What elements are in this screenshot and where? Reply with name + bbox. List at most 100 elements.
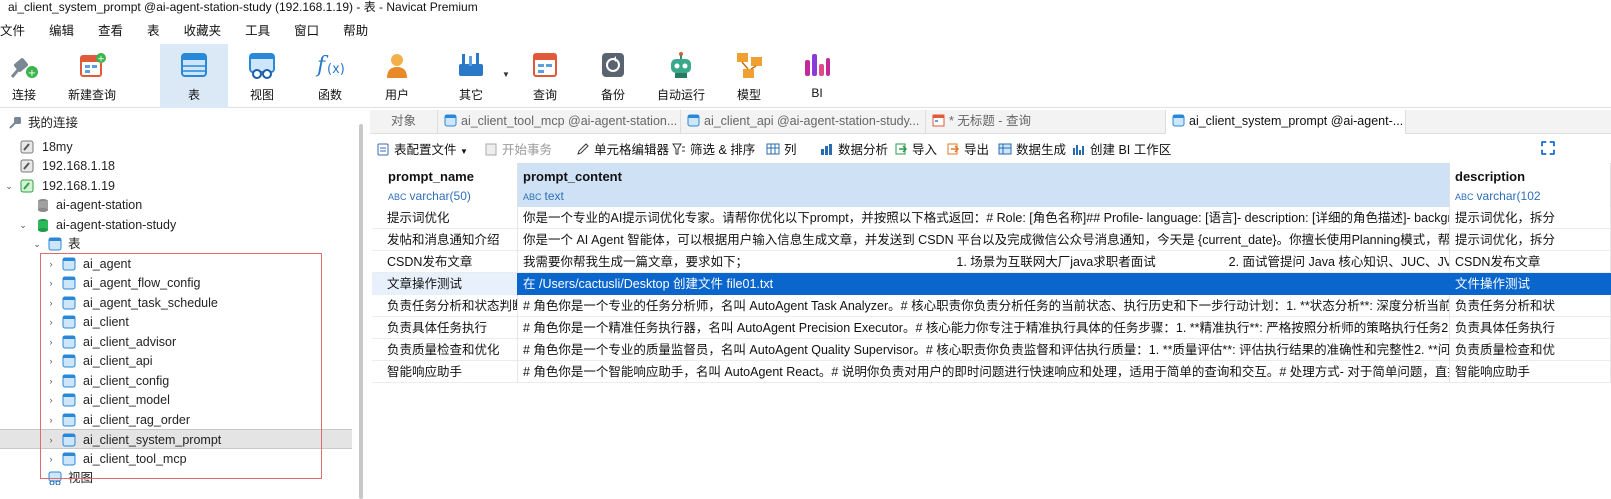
scrollbar-thumb[interactable] bbox=[359, 124, 363, 499]
begin-transaction-button[interactable]: 开始事务 bbox=[484, 138, 552, 162]
collapse-chevron-icon[interactable]: ⌄ bbox=[4, 176, 14, 196]
cell-description[interactable]: 提示词优化，拆分 bbox=[1450, 207, 1611, 229]
table-row[interactable]: 智能响应助手 # 角色你是一个智能响应助手，名叫 AutoAgent React。… bbox=[372, 361, 1611, 383]
bi-icon bbox=[1072, 140, 1086, 155]
cell-prompt-content[interactable]: 我需要你帮我生成一篇文章，要求如下； 1. 场景为互联网大厂java求职者面试 … bbox=[518, 251, 1450, 273]
tree-connection-19[interactable]: ⌄ 192.168.1.19 bbox=[0, 176, 360, 196]
create-bi-workspace-button[interactable]: 创建 BI 工作区 bbox=[1072, 138, 1171, 162]
menu-tools[interactable]: 工具 bbox=[233, 20, 282, 42]
cell-description[interactable]: 负责具体任务执行 bbox=[1450, 317, 1611, 339]
cell-description[interactable]: 负责质量检查和优 bbox=[1450, 339, 1611, 361]
function-label: 函数 bbox=[317, 88, 342, 102]
cell-prompt-content[interactable]: # 角色你是一个专业的质量监督员，名叫 AutoAgent Quality Su… bbox=[518, 339, 1450, 361]
cell-prompt-content[interactable]: 你是一个 AI Agent 智能体，可以根据用户输入信息生成文章，并发送到 CS… bbox=[518, 229, 1450, 251]
new-query-label: 新建查询 bbox=[67, 88, 116, 102]
tab-objects[interactable]: 对象 bbox=[370, 110, 438, 134]
user-button[interactable]: 用户 bbox=[365, 44, 429, 108]
tab-ai-client-tool-mcp[interactable]: ai_client_tool_mcp @ai-agent-station... bbox=[438, 110, 681, 134]
create-bi-label: 创建 BI 工作区 bbox=[1090, 143, 1172, 157]
menu-favorites[interactable]: 收藏夹 bbox=[172, 20, 234, 42]
tab-label: * 无标题 - 查询 bbox=[949, 114, 1031, 128]
tab-untitled-query[interactable]: * 无标题 - 查询 bbox=[926, 110, 1166, 134]
cell-prompt-name[interactable]: 文章操作测试 bbox=[372, 273, 518, 295]
tree-connection-18my[interactable]: 18my bbox=[0, 137, 360, 157]
tab-ai-client-system-prompt[interactable]: ai_client_system_prompt @ai-agent-... bbox=[1166, 110, 1406, 134]
model-button[interactable]: 模型 bbox=[717, 44, 781, 108]
view-button[interactable]: 视图 bbox=[230, 44, 294, 108]
tree-db-ai-agent-station[interactable]: ai-agent-station bbox=[0, 195, 360, 215]
connection-icon bbox=[20, 159, 34, 173]
cell-prompt-content[interactable]: # 角色你是一个专业的任务分析师，名叫 AutoAgent Task Analy… bbox=[518, 295, 1450, 317]
connection-label: 192.168.1.18 bbox=[42, 159, 115, 173]
function-button[interactable]: f (x) 函数 bbox=[298, 44, 362, 108]
collapse-chevron-icon[interactable]: ⌄ bbox=[18, 215, 28, 235]
other-dropdown-arrow-icon[interactable]: ▼ bbox=[502, 70, 510, 79]
data-analysis-button[interactable]: 数据分析 bbox=[820, 138, 888, 162]
cell-prompt-content[interactable]: 在 /Users/cactusli/Desktop 创建文件 file01.tx… bbox=[518, 273, 1450, 295]
tree-db-ai-agent-station-study[interactable]: ⌄ ai-agent-station-study bbox=[0, 215, 360, 235]
table-row[interactable]: 负责具体任务执行 # 角色你是一个精准任务执行器，名叫 AutoAgent Pre… bbox=[372, 317, 1611, 339]
table-row[interactable]: 提示词优化 你是一个专业的AI提示词优化专家。请帮你优化以下prompt，并按照以… bbox=[372, 207, 1611, 229]
cell-prompt-content[interactable]: # 角色你是一个智能响应助手，名叫 AutoAgent React。# 说明你负… bbox=[518, 361, 1450, 383]
data-generation-button[interactable]: 数据生成 bbox=[998, 138, 1066, 162]
tools-icon bbox=[456, 50, 486, 80]
column-header-description[interactable]: description ABC varchar(102 bbox=[1450, 163, 1611, 207]
table-row[interactable]: 负责任务分析和状态判断 # 角色你是一个专业的任务分析师，名叫 AutoAgent… bbox=[372, 295, 1611, 317]
bi-button[interactable]: BI bbox=[785, 44, 849, 108]
cell-prompt-name[interactable]: 负责质量检查和优化 bbox=[372, 339, 518, 361]
automation-button[interactable]: 自动运行 bbox=[649, 44, 713, 108]
menu-bar: 文件 编辑 查看 表 收藏夹 工具 窗口 帮助 bbox=[0, 20, 380, 42]
filter-icon bbox=[672, 140, 686, 155]
cell-prompt-name[interactable]: 负责任务分析和状态判断 bbox=[372, 295, 518, 317]
query-button[interactable]: 查询 bbox=[513, 44, 577, 108]
table-button[interactable]: 表 bbox=[160, 44, 228, 108]
collapse-chevron-icon[interactable]: ⌄ bbox=[32, 234, 42, 254]
cell-description[interactable]: 负责任务分析和状 bbox=[1450, 295, 1611, 317]
table-row[interactable]: CSDN发布文章 我需要你帮我生成一篇文章，要求如下； 1. 场景为互联网大厂ja… bbox=[372, 251, 1611, 273]
automation-label: 自动运行 bbox=[656, 88, 705, 102]
column-header-prompt-content[interactable]: prompt_content ABC text bbox=[518, 163, 1450, 207]
cell-prompt-name[interactable]: 智能响应助手 bbox=[372, 361, 518, 383]
cell-description[interactable]: CSDN发布文章 bbox=[1450, 251, 1611, 273]
cell-prompt-name[interactable]: 提示词优化 bbox=[372, 207, 518, 229]
connect-button[interactable]: + 连接 bbox=[0, 44, 56, 108]
table-row-selected[interactable]: 文章操作测试在 /Users/cactusli/Desktop 创建文件 fil… bbox=[372, 273, 1611, 295]
table-row[interactable]: 负责质量检查和优化 # 角色你是一个专业的质量监督员，名叫 AutoAgent Q… bbox=[372, 339, 1611, 361]
menu-edit[interactable]: 编辑 bbox=[37, 20, 86, 42]
table-label: 表 bbox=[187, 88, 200, 102]
cell-editor-button[interactable]: 单元格编辑器 bbox=[576, 138, 669, 162]
menu-file[interactable]: 文件 bbox=[0, 20, 37, 42]
cell-prompt-name[interactable]: 发帖和消息通知介绍 bbox=[372, 229, 518, 251]
import-button[interactable]: 导入 bbox=[894, 138, 937, 162]
filter-sort-button[interactable]: 筛选 & 排序 bbox=[672, 138, 755, 162]
table-row[interactable]: 发帖和消息通知介绍 你是一个 AI Agent 智能体，可以根据用户输入信息生成文… bbox=[372, 229, 1611, 251]
tree-root[interactable]: 我的连接 bbox=[0, 113, 360, 133]
tab-ai-client-api[interactable]: ai_client_api @ai-agent-station-study... bbox=[681, 110, 926, 134]
database-label: ai-agent-station bbox=[56, 198, 143, 212]
column-header-prompt-name[interactable]: prompt_name ABC varchar(50) bbox=[372, 163, 518, 207]
tree-scrollbar[interactable] bbox=[357, 110, 367, 499]
connection-active-icon bbox=[20, 179, 34, 193]
menu-window[interactable]: 窗口 bbox=[282, 20, 331, 42]
new-query-button[interactable]: + 新建查询 bbox=[60, 44, 124, 108]
menu-help[interactable]: 帮助 bbox=[331, 20, 380, 42]
fullscreen-icon[interactable] bbox=[1541, 141, 1555, 155]
tree-tables-group[interactable]: ⌄ 表 bbox=[0, 234, 360, 254]
columns-button[interactable]: 列 bbox=[766, 138, 797, 162]
cell-description[interactable]: 智能响应助手 bbox=[1450, 361, 1611, 383]
export-button[interactable]: 导出 bbox=[946, 138, 989, 162]
menu-view[interactable]: 查看 bbox=[86, 20, 135, 42]
other-button[interactable]: 其它 bbox=[439, 44, 503, 108]
cell-prompt-name[interactable]: CSDN发布文章 bbox=[372, 251, 518, 273]
backup-button[interactable]: 备份 bbox=[581, 44, 645, 108]
cell-description[interactable]: 提示词优化，拆分 bbox=[1450, 229, 1611, 251]
cell-prompt-content[interactable]: # 角色你是一个精准任务执行器，名叫 AutoAgent Precision E… bbox=[518, 317, 1450, 339]
export-label: 导出 bbox=[964, 143, 990, 157]
table-config-button[interactable]: 表配置文件 ▼ bbox=[376, 138, 468, 162]
cell-prompt-content[interactable]: 你是一个专业的AI提示词优化专家。请帮你优化以下prompt，并按照以下格式返回… bbox=[518, 207, 1450, 229]
menu-table[interactable]: 表 bbox=[135, 20, 172, 42]
tree-connection-18[interactable]: 192.168.1.18 bbox=[0, 156, 360, 176]
table-icon bbox=[687, 112, 700, 127]
cell-prompt-name[interactable]: 负责具体任务执行 bbox=[372, 317, 518, 339]
cell-description[interactable]: 文件操作测试 bbox=[1450, 273, 1611, 295]
